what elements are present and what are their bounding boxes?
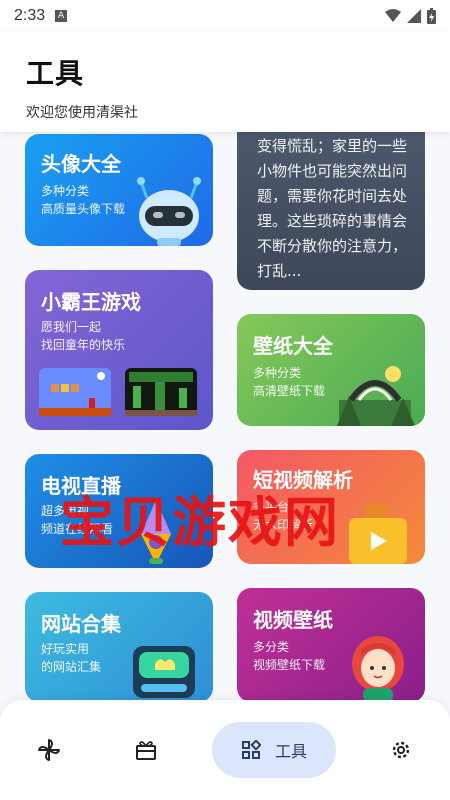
card-desc-line2: 高清壁纸下载 bbox=[253, 384, 326, 398]
card-desc-line1: 多种分类 bbox=[41, 184, 90, 198]
card-desc-line1: 好玩实用 bbox=[41, 642, 90, 656]
article-card[interactable]: 变得慌乱；家里的一些小物件也可能突然出问题，需要你花时间去处理。这些琐碎的事情会… bbox=[237, 132, 425, 290]
page-subtitle: 欢迎您使用清渠社 bbox=[26, 105, 138, 121]
video-wallpaper-card[interactable]: 视频壁纸 多分类 视频壁纸下载 bbox=[237, 588, 425, 700]
app-header: 工具 欢迎您使用清渠社 bbox=[0, 32, 450, 132]
contra-screenshot-icon bbox=[125, 368, 197, 416]
nav-tools[interactable]: 工具 bbox=[212, 722, 336, 778]
nav-home[interactable] bbox=[28, 722, 70, 778]
girl-avatar-icon bbox=[352, 636, 404, 700]
status-time: 2:33 bbox=[14, 7, 46, 24]
card-title: 头像大全 bbox=[41, 152, 121, 176]
article-text: 变得慌乱；家里的一些小物件也可能突然出问题，需要你花时间去处理。这些琐碎的事情会… bbox=[257, 137, 408, 280]
app-indicator-icon: A bbox=[55, 10, 68, 22]
nav-tools-label: 工具 bbox=[274, 742, 307, 761]
robot-icon bbox=[137, 177, 201, 246]
wallpaper-collection-card[interactable]: 壁纸大全 多种分类 高清壁纸下载 bbox=[237, 314, 425, 426]
tools-grid[interactable]: 变得慌乱；家里的一些小物件也可能突然出问题，需要你花时间去处理。这些琐碎的事情会… bbox=[0, 132, 450, 700]
bottom-navigation: 工具 bbox=[0, 700, 450, 800]
card-desc-line2: 高质量头像下载 bbox=[41, 202, 126, 216]
gear-icon bbox=[392, 741, 410, 759]
gift-box-icon bbox=[136, 741, 156, 760]
avatar-collection-card[interactable]: 头像大全 多种分类 高质量头像下载 bbox=[25, 134, 213, 246]
card-title: 小霸王游戏 bbox=[41, 290, 141, 314]
card-title: 视频壁纸 bbox=[253, 608, 333, 632]
page-title: 工具 bbox=[26, 57, 85, 90]
battery-icon bbox=[427, 8, 436, 24]
card-desc-line1: 多分类 bbox=[253, 640, 290, 654]
nes-games-card[interactable]: 小霸王游戏 愿我们一起 找回童年的快乐 bbox=[25, 270, 213, 430]
watermark: 宝贝游戏网 bbox=[60, 491, 340, 554]
signal-icon bbox=[407, 9, 421, 23]
browser-window-icon bbox=[133, 646, 195, 698]
card-desc-line2: 的网站汇集 bbox=[41, 660, 102, 674]
nav-settings[interactable] bbox=[380, 722, 422, 778]
website-collection-card[interactable]: 网站合集 好玩实用 的网站汇集 bbox=[25, 592, 213, 700]
landscape-icon bbox=[337, 366, 415, 426]
card-title: 壁纸大全 bbox=[253, 334, 333, 358]
wifi-icon bbox=[385, 9, 401, 22]
card-desc-line2: 找回童年的快乐 bbox=[41, 338, 126, 352]
card-title: 网站合集 bbox=[41, 612, 121, 636]
card-desc-line1: 多种分类 bbox=[253, 366, 302, 380]
mario-screenshot-icon bbox=[39, 368, 111, 416]
status-icons bbox=[385, 8, 436, 24]
grid-icon bbox=[241, 740, 261, 759]
nav-gifts[interactable] bbox=[125, 722, 167, 778]
pinwheel-icon bbox=[38, 739, 60, 761]
status-bar: 2:33 A bbox=[0, 0, 450, 32]
card-desc-line1: 愿我们一起 bbox=[41, 320, 102, 334]
card-desc-line2: 视频壁纸下载 bbox=[253, 658, 326, 672]
